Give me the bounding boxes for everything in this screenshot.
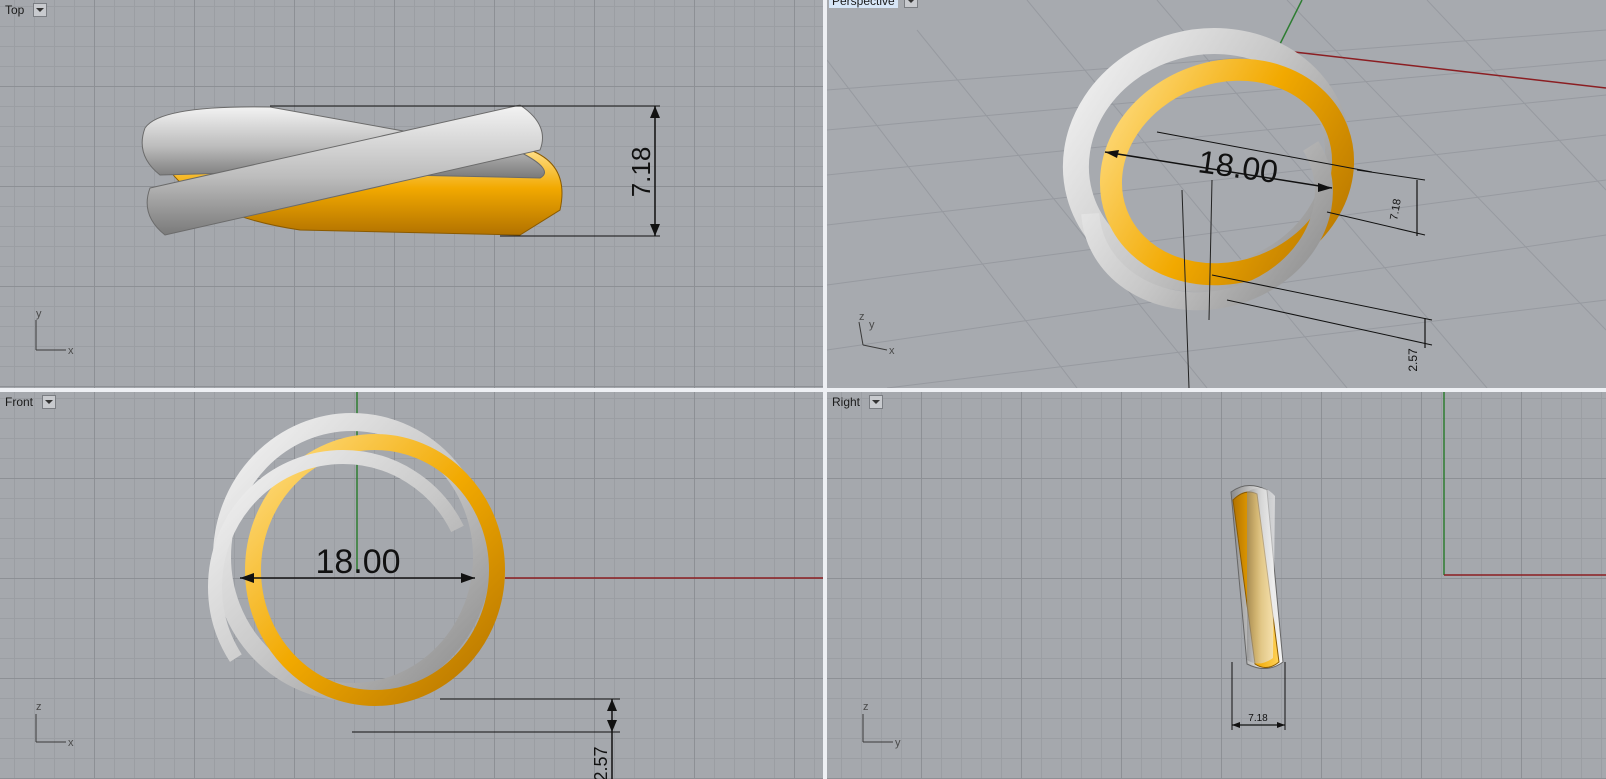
dropdown-arrow-icon[interactable]	[903, 0, 918, 8]
viewport-label-top[interactable]: Top	[2, 2, 48, 18]
viewport-title: Top	[5, 3, 25, 17]
axis-label-x: x	[889, 345, 895, 357]
viewport-label-front[interactable]: Front	[2, 394, 57, 410]
viewport-title: Front	[5, 395, 34, 409]
axis-label-z: z	[863, 701, 869, 713]
perspective-view-canvas[interactable]: 18.00 7.18 2.57 z y x	[827, 0, 1606, 388]
dropdown-arrow-icon[interactable]	[42, 395, 57, 409]
axis-label-x: x	[68, 737, 74, 749]
top-viewport[interactable]: Top 7.18 y x	[0, 0, 823, 388]
width-label: 7.18	[1388, 198, 1404, 221]
width-label: 7.18	[1248, 713, 1268, 724]
diameter-label: 18.00	[1196, 143, 1280, 190]
dropdown-arrow-icon[interactable]	[33, 3, 48, 17]
axis-label-y: y	[869, 319, 875, 331]
thickness-label: 2.57	[1406, 348, 1420, 372]
dropdown-arrow-icon[interactable]	[869, 395, 884, 409]
front-viewport[interactable]: Front 18.00 2.57 z x	[0, 392, 823, 779]
silver-band-side	[1247, 487, 1275, 664]
axis-label-y: y	[36, 308, 42, 320]
top-view-canvas[interactable]: 7.18 y x	[0, 0, 823, 388]
viewport-label-right[interactable]: Right	[829, 394, 884, 410]
front-view-canvas[interactable]: 18.00 2.57 z x	[0, 392, 823, 779]
axis-label-z: z	[36, 701, 42, 713]
thickness-label: 2.57	[591, 746, 611, 779]
dimension-label: 7.18	[626, 147, 656, 198]
axis-label-y: y	[895, 737, 901, 749]
right-view-canvas[interactable]: 7.18 z y	[827, 392, 1606, 779]
viewport-title: Perspective	[829, 0, 898, 8]
axis-label-z: z	[859, 311, 865, 323]
viewport-title: Right	[832, 395, 861, 409]
right-viewport[interactable]: Right 7.18 z y	[827, 392, 1606, 779]
viewport-divider-horizontal[interactable]	[0, 388, 1606, 392]
viewport-label-perspective[interactable]: Perspective	[829, 0, 918, 9]
diameter-label: 18.00	[315, 543, 400, 581]
perspective-viewport[interactable]: Perspective 18.00 7.18 2.57 z y x	[827, 0, 1606, 388]
axis-label-x: x	[68, 345, 74, 357]
perspective-grid	[827, 0, 1606, 388]
